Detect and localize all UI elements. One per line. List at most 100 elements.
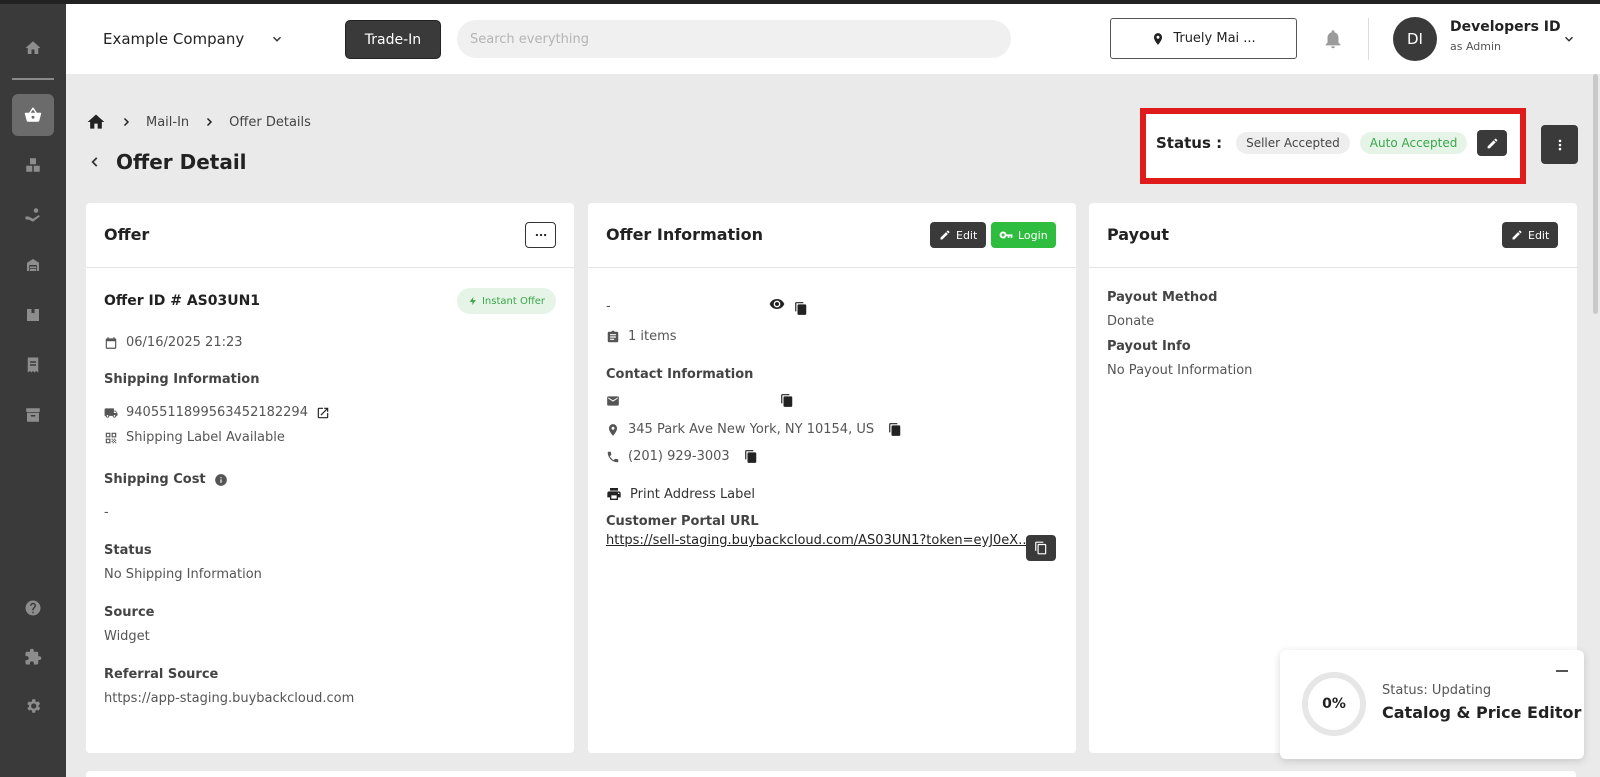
shopping-basket-icon[interactable] <box>12 94 54 136</box>
offer-information-card: Offer Information Edit Login - 1 items C… <box>588 203 1076 753</box>
pencil-icon <box>1512 230 1522 240</box>
source-value: Widget <box>104 629 150 644</box>
offer-card-title: Offer <box>104 225 150 244</box>
login-button[interactable]: Login <box>991 222 1056 248</box>
chevron-right-icon <box>123 117 130 127</box>
receipt-icon[interactable] <box>12 344 54 386</box>
chevron-down-icon[interactable] <box>1562 32 1576 46</box>
copy-icon[interactable] <box>744 449 758 464</box>
truck-icon <box>104 407 118 418</box>
payout-info-label: Payout Info <box>1107 339 1191 354</box>
copy-icon <box>1035 541 1047 555</box>
breadcrumb-mail-in[interactable]: Mail-In <box>146 115 189 130</box>
label-available-row: Shipping Label Available <box>104 430 285 445</box>
chevron-right-icon <box>207 117 213 127</box>
key-icon <box>999 231 1013 239</box>
payout-info-value: No Payout Information <box>1107 363 1253 378</box>
copy-icon[interactable] <box>794 301 808 316</box>
offer-card: Offer Offer ID # AS03UN1 Instant Offer 0… <box>86 203 574 753</box>
offer-information-title: Offer Information <box>606 225 764 244</box>
printer-icon <box>607 488 621 500</box>
header-divider <box>1368 18 1369 60</box>
offer-date-row: 06/16/2025 21:23 <box>104 335 243 350</box>
payout-method-value: Donate <box>1107 314 1155 329</box>
trade-in-button[interactable]: Trade-In <box>345 20 441 59</box>
portal-url-label: Customer Portal URL <box>606 514 759 529</box>
kebab-icon <box>1558 139 1561 150</box>
warehouse-icon[interactable] <box>12 244 54 286</box>
bolt-icon <box>469 296 476 306</box>
external-link-icon[interactable] <box>316 406 330 420</box>
login-label: Login <box>1018 228 1048 242</box>
edit-label: Edit <box>956 228 978 242</box>
payout-title: Payout <box>1107 225 1170 244</box>
phone-row: (201) 929-3003 <box>606 449 758 464</box>
toast-status: Status: Updating <box>1382 683 1492 698</box>
package-icon[interactable] <box>12 294 54 336</box>
copy-icon[interactable] <box>780 393 794 408</box>
portal-url-link[interactable]: https://sell-staging.buybackcloud.com/AS… <box>606 533 1031 548</box>
referral-label: Referral Source <box>104 667 219 682</box>
map-pin-icon <box>608 423 618 436</box>
home-icon[interactable] <box>12 27 54 69</box>
company-selector[interactable]: Example Company <box>103 30 244 48</box>
home-icon[interactable] <box>86 112 106 132</box>
pencil-icon <box>940 230 950 240</box>
status-badge-auto: Auto Accepted <box>1359 132 1468 154</box>
address: 345 Park Ave New York, NY 10154, US <box>628 422 875 437</box>
toast-title: Catalog & Price Editor <box>1382 703 1582 722</box>
referral-value: https://app-staging.buybackcloud.com <box>104 691 355 706</box>
shipping-info-label: Shipping Information <box>104 372 260 387</box>
edit-status-button[interactable] <box>1477 130 1508 156</box>
eye-icon[interactable] <box>768 296 786 312</box>
contact-info-label: Contact Information <box>606 367 754 382</box>
location-selector[interactable]: Truely Mai ... <box>1110 18 1297 59</box>
user-role: as Admin <box>1450 40 1502 53</box>
chevron-left-icon[interactable] <box>88 155 102 169</box>
edit-label: Edit <box>1528 228 1550 242</box>
sidebar-divider <box>12 78 54 80</box>
hand-coin-icon[interactable] <box>12 194 54 236</box>
scrollbar[interactable] <box>1593 74 1598 314</box>
more-actions-button[interactable] <box>1541 125 1578 164</box>
puzzle-icon[interactable] <box>12 636 54 678</box>
edit-payout-button[interactable]: Edit <box>1502 222 1559 248</box>
calendar-icon <box>105 336 117 349</box>
info-icon[interactable] <box>214 473 228 487</box>
copy-portal-url-button[interactable] <box>1026 535 1056 561</box>
edit-offer-info-button[interactable]: Edit <box>930 222 987 248</box>
status-badge-seller: Seller Accepted <box>1236 132 1350 154</box>
instant-offer-label: Instant Offer <box>481 295 545 307</box>
next-card-edge <box>86 771 1576 777</box>
status-panel: Status : Seller Accepted Auto Accepted <box>1140 108 1526 184</box>
offer-more-button[interactable] <box>525 222 556 248</box>
user-name[interactable]: Developers ID <box>1450 19 1561 35</box>
label-available: Shipping Label Available <box>126 430 285 445</box>
chevron-down-icon[interactable] <box>270 32 284 46</box>
print-label-button[interactable]: Print Address Label <box>606 486 755 502</box>
shipping-cost-value: - <box>104 505 109 520</box>
tracking-number[interactable]: 9405511899563452182294 <box>126 405 308 420</box>
archive-icon[interactable] <box>12 394 54 436</box>
avatar[interactable]: DI <box>1393 17 1437 61</box>
pencil-icon <box>1487 138 1498 148</box>
customer-name-placeholder: - <box>606 299 611 314</box>
help-icon[interactable] <box>12 587 54 629</box>
minimize-icon[interactable] <box>1556 670 1568 672</box>
search-input[interactable] <box>457 20 1011 58</box>
boxes-icon[interactable] <box>12 144 54 186</box>
address-row: 345 Park Ave New York, NY 10154, US <box>606 422 902 437</box>
sidebar <box>0 4 66 777</box>
shipping-cost-label: Shipping Cost <box>104 472 206 487</box>
offer-date: 06/16/2025 21:23 <box>126 335 243 350</box>
bell-icon[interactable] <box>1322 28 1344 50</box>
shipping-status-label: Status <box>104 543 152 558</box>
tracking-row: 9405511899563452182294 <box>104 405 330 420</box>
copy-icon[interactable] <box>888 422 902 437</box>
settings-icon[interactable] <box>12 685 54 727</box>
shipping-cost-row: Shipping Cost <box>104 472 228 487</box>
location-label: Truely Mai ... <box>1173 31 1256 46</box>
breadcrumb-offer-details: Offer Details <box>229 114 311 130</box>
phone-icon <box>607 451 619 462</box>
status-label: Status : <box>1156 134 1223 152</box>
